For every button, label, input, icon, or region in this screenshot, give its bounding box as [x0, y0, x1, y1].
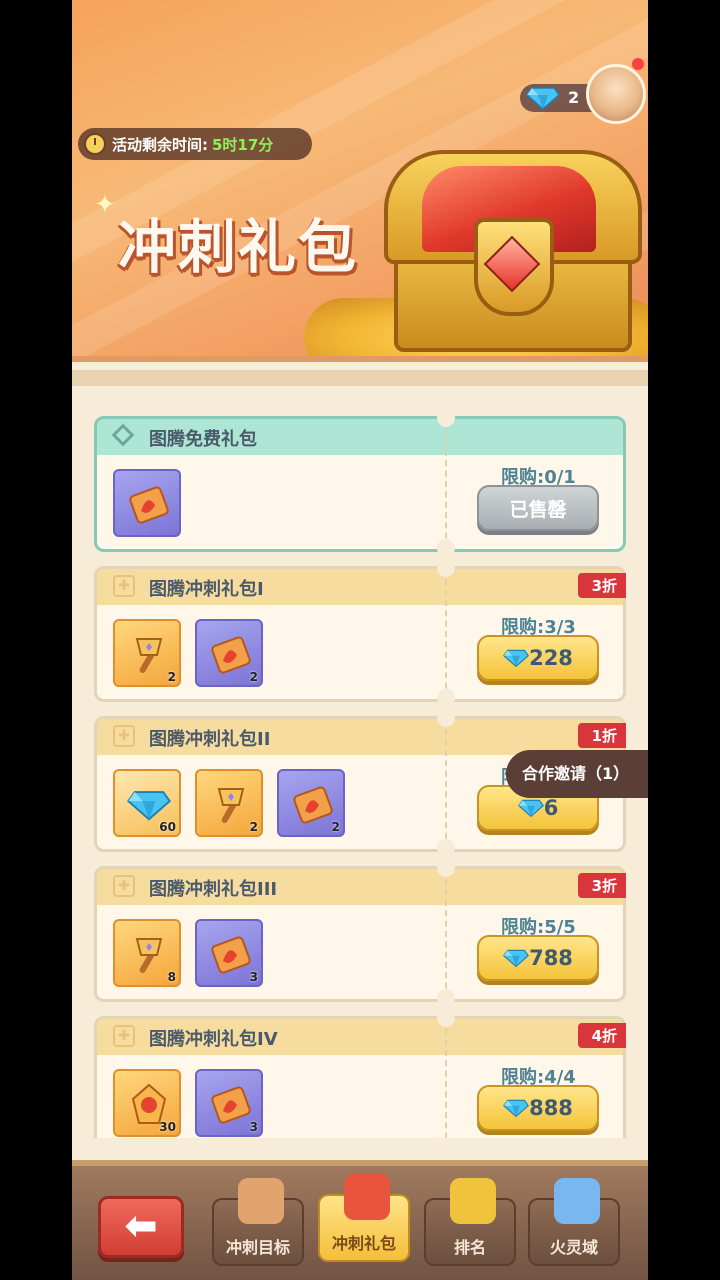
- clock-icon: [84, 133, 106, 155]
- back-arrow-icon: ⬅: [124, 1203, 158, 1249]
- price-value: 788: [529, 946, 573, 970]
- price-value: 6: [543, 796, 559, 820]
- scroll-icon: [238, 1178, 284, 1224]
- item-quantity: 60: [159, 820, 176, 834]
- item-quantity: 2: [249, 820, 258, 834]
- gift-chest-icon: [344, 1174, 390, 1220]
- item-quantity: 30: [159, 1120, 176, 1134]
- diamond-icon: [526, 87, 560, 110]
- totem-scroll-icon: [211, 636, 251, 674]
- pack-card: ✚ 图腾冲刺礼包III 3折 限购:5/5 788 8 3: [94, 859, 626, 1007]
- dashed-divider: [445, 869, 447, 999]
- buy-button[interactable]: 888: [477, 1085, 599, 1131]
- pack-card: ✚ 图腾冲刺礼包IV 4折 限购:4/4 888 30 3: [94, 1009, 626, 1138]
- avatar[interactable]: [586, 64, 646, 124]
- pack-card: 图腾免费礼包 限购:0/1 已售罄: [94, 416, 626, 557]
- item-quantity: 2: [331, 820, 340, 834]
- pack-title: 图腾冲刺礼包IV: [149, 1029, 278, 1050]
- ticket-notch: [437, 1009, 455, 1027]
- nav-tab-label: 火灵域: [549, 1238, 598, 1257]
- price-value: 228: [529, 646, 573, 670]
- totem-scroll-icon: [211, 936, 251, 974]
- ticket-notch: [437, 859, 455, 877]
- dashed-divider: [445, 569, 447, 699]
- reward-item[interactable]: 2: [195, 619, 263, 687]
- nav-tab-0[interactable]: 冲刺目标: [212, 1178, 304, 1266]
- reward-item[interactable]: 30: [113, 1069, 181, 1137]
- dashed-divider: [445, 719, 447, 849]
- totem-scroll-icon: [211, 1086, 251, 1124]
- treasure-chest-icon: [304, 138, 648, 372]
- reward-item[interactable]: 3: [195, 919, 263, 987]
- pack-title: 图腾冲刺礼包I: [149, 579, 264, 600]
- pack-title: 图腾免费礼包: [149, 429, 257, 450]
- totem-scroll-icon: [293, 786, 333, 824]
- nav-tab-label: 冲刺礼包: [331, 1234, 396, 1253]
- dashed-divider: [445, 419, 447, 549]
- reward-item[interactable]: 2: [195, 769, 263, 837]
- diamond-icon: [503, 949, 530, 968]
- nav-tab-3[interactable]: 火灵域: [528, 1178, 620, 1266]
- diamond-icon: [503, 1099, 530, 1118]
- item-quantity: 3: [249, 1120, 258, 1134]
- ticket-notch: [437, 839, 455, 857]
- notification-dot: [632, 58, 644, 70]
- gift-icon: ✚: [113, 875, 135, 897]
- price-value: 888: [529, 1096, 573, 1120]
- bottom-nav: ⬅ 冲刺目标 冲刺礼包 排名 火灵域: [72, 1160, 648, 1280]
- pack-card: ✚ 图腾冲刺礼包I 3折 限购:3/3 228 2 2: [94, 559, 626, 707]
- ticket-notch: [437, 989, 455, 1007]
- reward-item[interactable]: 3: [195, 1069, 263, 1137]
- crystal-icon: [554, 1178, 600, 1224]
- diamond-icon: [503, 649, 530, 668]
- reward-item[interactable]: 60: [113, 769, 181, 837]
- item-quantity: 2: [167, 670, 176, 684]
- page-title: 冲刺礼包: [118, 213, 359, 281]
- diamond-icon: [517, 799, 544, 818]
- cooperation-invite-button[interactable]: 合作邀请（1）: [506, 750, 648, 798]
- ticket-notch: [437, 709, 455, 727]
- timer-label: 活动剩余时间:: [112, 135, 208, 154]
- reward-item[interactable]: 2: [277, 769, 345, 837]
- reward-item[interactable]: 2: [113, 619, 181, 687]
- sparkle-icon: ✦: [94, 190, 116, 220]
- gift-icon: ✚: [113, 575, 135, 597]
- sold-out-button[interactable]: 已售罄: [477, 485, 599, 531]
- pack-title: 图腾冲刺礼包III: [149, 879, 278, 900]
- dashed-divider: [445, 1019, 447, 1138]
- nav-tab-2[interactable]: 排名: [424, 1178, 516, 1266]
- axe-icon: [135, 938, 163, 974]
- totem-scroll-icon: [129, 486, 169, 524]
- timer-value: 5时17分: [212, 135, 274, 154]
- axe-icon: [135, 638, 163, 674]
- buy-button[interactable]: 228: [477, 635, 599, 681]
- discount-badge: 4折: [577, 1023, 626, 1048]
- discount-badge: 1折: [577, 723, 626, 748]
- nav-tab-label: 冲刺目标: [225, 1238, 290, 1257]
- item-quantity: 2: [249, 670, 258, 684]
- reward-item[interactable]: [113, 469, 181, 537]
- game-screen: 活动剩余时间: 5时17分 2 ✦ ✦ 冲刺礼包 图腾免费礼包 限购:0/1 已…: [72, 0, 648, 1280]
- panel-trim: [72, 370, 648, 386]
- ticket-notch: [437, 559, 455, 577]
- buy-button[interactable]: 788: [477, 935, 599, 981]
- gift-icon: ✚: [113, 725, 135, 747]
- event-banner: 活动剩余时间: 5时17分 2 ✦ ✦ 冲刺礼包: [72, 0, 648, 372]
- gem-count: 2: [568, 88, 580, 107]
- discount-badge: 3折: [577, 573, 626, 598]
- event-timer: 活动剩余时间: 5时17分: [78, 128, 312, 160]
- gift-icon: ✚: [113, 1025, 135, 1047]
- discount-badge: 3折: [577, 873, 626, 898]
- ticket-notch: [437, 539, 455, 557]
- item-quantity: 8: [167, 970, 176, 984]
- nav-tab-label: 排名: [453, 1238, 486, 1257]
- ticket-notch: [437, 689, 455, 707]
- item-quantity: 3: [249, 970, 258, 984]
- back-button[interactable]: ⬅: [98, 1196, 184, 1258]
- nav-tab-1[interactable]: 冲刺礼包: [318, 1174, 410, 1262]
- pack-title: 图腾冲刺礼包II: [149, 729, 271, 750]
- trophy-icon: [450, 1178, 496, 1224]
- axe-icon: [217, 788, 245, 824]
- reward-item[interactable]: 8: [113, 919, 181, 987]
